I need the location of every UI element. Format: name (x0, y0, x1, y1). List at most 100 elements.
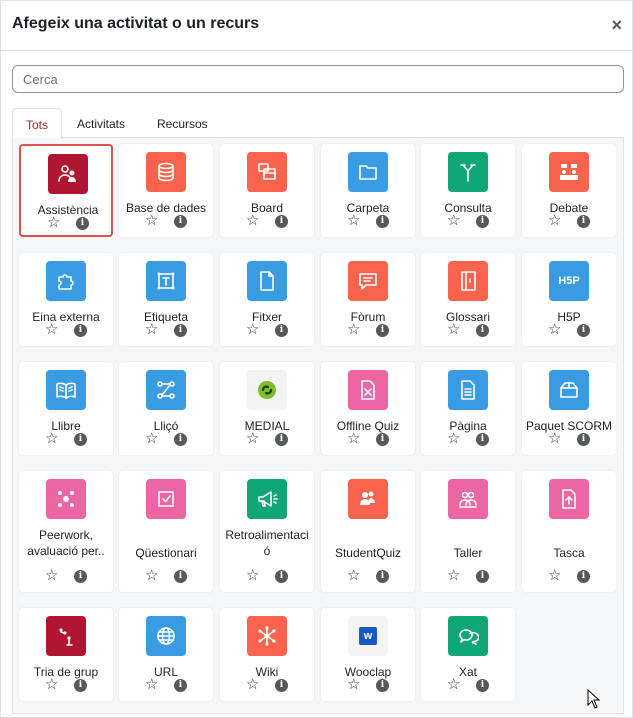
feedback-icon (247, 479, 287, 519)
activity-card[interactable]: Debate ☆ i (522, 144, 616, 237)
activity-card[interactable]: MEDIAL ☆ i (220, 362, 314, 455)
close-icon[interactable]: × (611, 15, 622, 35)
info-icon[interactable]: i (476, 679, 489, 692)
activity-card[interactable]: Carpeta ☆ i (321, 144, 415, 237)
info-icon[interactable]: i (577, 324, 590, 337)
star-icon[interactable]: ☆ (548, 431, 561, 447)
info-icon[interactable]: i (376, 215, 389, 228)
activity-card[interactable]: Paquet SCORM ☆ i (522, 362, 616, 455)
star-icon[interactable]: ☆ (447, 677, 460, 693)
info-icon[interactable]: i (275, 324, 288, 337)
star-icon[interactable]: ☆ (45, 431, 58, 447)
star-icon[interactable]: ☆ (347, 568, 360, 584)
activity-card[interactable]: Qüestionari ☆ i (119, 471, 213, 592)
star-icon[interactable]: ☆ (246, 568, 259, 584)
info-icon[interactable]: i (376, 324, 389, 337)
star-icon[interactable]: ☆ (347, 213, 360, 229)
star-icon[interactable]: ☆ (47, 215, 60, 231)
star-icon[interactable]: ☆ (145, 213, 158, 229)
star-icon[interactable]: ☆ (145, 322, 158, 338)
star-icon[interactable]: ☆ (45, 677, 58, 693)
info-icon[interactable]: i (376, 570, 389, 583)
info-icon[interactable]: i (476, 433, 489, 446)
info-icon[interactable]: i (174, 570, 187, 583)
modal-header: Afegeix una activitat o un recurs × (1, 1, 632, 51)
info-icon[interactable]: i (577, 215, 590, 228)
card-actions: ☆ i (19, 322, 113, 338)
info-icon[interactable]: i (577, 570, 590, 583)
activity-card[interactable]: Wiki ☆ i (220, 608, 314, 701)
info-icon[interactable]: i (174, 215, 187, 228)
activity-card[interactable]: Pàgina ☆ i (421, 362, 515, 455)
card-actions: ☆ i (21, 215, 115, 231)
star-icon[interactable]: ☆ (145, 677, 158, 693)
activity-card[interactable]: StudentQuiz ☆ i (321, 471, 415, 592)
activity-card[interactable]: Taller ☆ i (421, 471, 515, 592)
activity-card[interactable]: Consulta ☆ i (421, 144, 515, 237)
star-icon[interactable]: ☆ (45, 322, 58, 338)
info-icon[interactable]: i (476, 324, 489, 337)
info-icon[interactable]: i (275, 215, 288, 228)
activity-card[interactable]: Lliçó ☆ i (119, 362, 213, 455)
book-icon (46, 370, 86, 410)
star-icon[interactable]: ☆ (548, 322, 561, 338)
info-icon[interactable]: i (74, 679, 87, 692)
card-actions: ☆ i (220, 322, 314, 338)
info-icon[interactable]: i (577, 433, 590, 446)
info-icon[interactable]: i (174, 433, 187, 446)
star-icon[interactable]: ☆ (246, 213, 259, 229)
workshop-icon (448, 479, 488, 519)
activity-card[interactable]: Peerwork, avaluació per.. ☆ i (19, 471, 113, 592)
info-icon[interactable]: i (174, 679, 187, 692)
info-icon[interactable]: i (74, 433, 87, 446)
activity-card[interactable]: Base de dades ☆ i (119, 144, 213, 237)
star-icon[interactable]: ☆ (145, 568, 158, 584)
activity-card[interactable]: Offline Quiz ☆ i (321, 362, 415, 455)
activity-card[interactable]: Llibre ☆ i (19, 362, 113, 455)
activity-card[interactable]: Etiqueta ☆ i (119, 253, 213, 346)
activity-card[interactable]: w Wooclap ☆ i (321, 608, 415, 701)
tab-all[interactable]: Tots (12, 108, 63, 139)
activity-card[interactable]: Xat ☆ i (421, 608, 515, 701)
star-icon[interactable]: ☆ (548, 568, 561, 584)
star-icon[interactable]: ☆ (447, 322, 460, 338)
activity-card[interactable]: Fòrum ☆ i (321, 253, 415, 346)
info-icon[interactable]: i (275, 433, 288, 446)
activity-card[interactable]: Retroalimentació ☆ i (220, 471, 314, 592)
info-icon[interactable]: i (376, 679, 389, 692)
info-icon[interactable]: i (376, 433, 389, 446)
activity-card[interactable]: Eina externa ☆ i (19, 253, 113, 346)
star-icon[interactable]: ☆ (347, 431, 360, 447)
activity-card[interactable]: Fitxer ☆ i (220, 253, 314, 346)
star-icon[interactable]: ☆ (447, 431, 460, 447)
info-icon[interactable]: i (74, 570, 87, 583)
activity-card[interactable]: Board ☆ i (220, 144, 314, 237)
star-icon[interactable]: ☆ (246, 431, 259, 447)
star-icon[interactable]: ☆ (347, 677, 360, 693)
info-icon[interactable]: i (74, 324, 87, 337)
activity-card[interactable]: Glossari ☆ i (421, 253, 515, 346)
info-icon[interactable]: i (174, 324, 187, 337)
info-icon[interactable]: i (476, 215, 489, 228)
info-icon[interactable]: i (476, 570, 489, 583)
star-icon[interactable]: ☆ (246, 322, 259, 338)
star-icon[interactable]: ☆ (447, 213, 460, 229)
tab-resources[interactable]: Recursos (144, 108, 221, 139)
tab-activities[interactable]: Activitats (64, 108, 138, 139)
info-icon[interactable]: i (275, 679, 288, 692)
activity-card[interactable]: H5P H5P ☆ i (522, 253, 616, 346)
info-icon[interactable]: i (275, 570, 288, 583)
activity-card[interactable]: Assistència ☆ i (19, 144, 113, 237)
info-icon[interactable]: i (76, 217, 89, 230)
star-icon[interactable]: ☆ (447, 568, 460, 584)
search-input[interactable] (12, 65, 624, 93)
star-icon[interactable]: ☆ (548, 213, 561, 229)
card-actions: ☆ i (119, 322, 213, 338)
activity-card[interactable]: URL ☆ i (119, 608, 213, 701)
star-icon[interactable]: ☆ (246, 677, 259, 693)
activity-card[interactable]: Tria de grup ☆ i (19, 608, 113, 701)
star-icon[interactable]: ☆ (45, 568, 58, 584)
star-icon[interactable]: ☆ (145, 431, 158, 447)
star-icon[interactable]: ☆ (347, 322, 360, 338)
activity-card[interactable]: Tasca ☆ i (522, 471, 616, 592)
